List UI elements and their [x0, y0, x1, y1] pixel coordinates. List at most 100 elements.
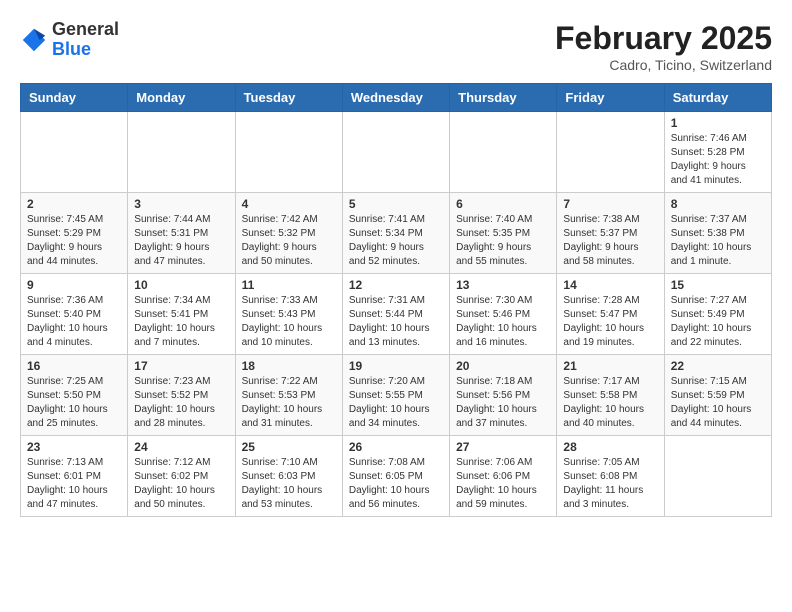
day-number: 22 — [671, 359, 765, 373]
calendar-cell: 16 Sunrise: 7:25 AM Sunset: 5:50 PM Dayli… — [21, 355, 128, 436]
day-number: 8 — [671, 197, 765, 211]
day-info: Sunrise: 7:17 AM Sunset: 5:58 PM Dayligh… — [563, 375, 657, 431]
day-info: Sunrise: 7:12 AM Sunset: 6:02 PM Dayligh… — [134, 456, 228, 512]
calendar-cell: 11Sunrise: 7:33 AM Sunset: 5:43 PM Dayli… — [235, 274, 342, 355]
day-number: 7 — [563, 197, 657, 211]
day-info: Sunrise: 7:42 AM Sunset: 5:32 PM Dayligh… — [242, 213, 336, 269]
day-number: 1 — [671, 116, 765, 130]
calendar-cell: 2 Sunrise: 7:45 AM Sunset: 5:29 PM Daylig… — [21, 193, 128, 274]
calendar-cell: 1 Sunrise: 7:46 AM Sunset: 5:28 PM Daylig… — [664, 112, 771, 193]
weekday-header-monday: Monday — [128, 84, 235, 112]
logo-text: General Blue — [52, 20, 119, 60]
day-info: Sunrise: 7:30 AM Sunset: 5:46 PM Dayligh… — [456, 294, 550, 350]
calendar-cell: 25 Sunrise: 7:10 AM Sunset: 6:03 PM Dayli… — [235, 436, 342, 517]
week-row-1: 1 Sunrise: 7:46 AM Sunset: 5:28 PM Daylig… — [21, 112, 772, 193]
calendar-cell: 8 Sunrise: 7:37 AM Sunset: 5:38 PM Daylig… — [664, 193, 771, 274]
day-number: 12 — [349, 278, 443, 292]
calendar-cell: 26 Sunrise: 7:08 AM Sunset: 6:05 PM Dayli… — [342, 436, 449, 517]
calendar-cell: 15 Sunrise: 7:27 AM Sunset: 5:49 PM Dayli… — [664, 274, 771, 355]
day-info: Sunrise: 7:28 AM Sunset: 5:47 PM Dayligh… — [563, 294, 657, 350]
day-number: 27 — [456, 440, 550, 454]
calendar-cell: 9 Sunrise: 7:36 AM Sunset: 5:40 PM Daylig… — [21, 274, 128, 355]
day-number: 25 — [242, 440, 336, 454]
month-year: February 2025 — [555, 20, 772, 57]
day-number: 21 — [563, 359, 657, 373]
calendar-cell: 14 Sunrise: 7:28 AM Sunset: 5:47 PM Dayli… — [557, 274, 664, 355]
calendar-cell: 19 Sunrise: 7:20 AM Sunset: 5:55 PM Dayli… — [342, 355, 449, 436]
day-number: 18 — [242, 359, 336, 373]
day-number: 3 — [134, 197, 228, 211]
calendar-cell — [235, 112, 342, 193]
calendar-cell: 10 Sunrise: 7:34 AM Sunset: 5:41 PM Dayli… — [128, 274, 235, 355]
calendar-cell: 6Sunrise: 7:40 AM Sunset: 5:35 PM Daylig… — [450, 193, 557, 274]
day-info: Sunrise: 7:45 AM Sunset: 5:29 PM Dayligh… — [27, 213, 121, 269]
calendar-cell — [450, 112, 557, 193]
calendar-cell — [557, 112, 664, 193]
calendar-cell: 4 Sunrise: 7:42 AM Sunset: 5:32 PM Daylig… — [235, 193, 342, 274]
calendar-cell — [21, 112, 128, 193]
calendar-cell: 21 Sunrise: 7:17 AM Sunset: 5:58 PM Dayli… — [557, 355, 664, 436]
day-info: Sunrise: 7:36 AM Sunset: 5:40 PM Dayligh… — [27, 294, 121, 350]
day-info: Sunrise: 7:20 AM Sunset: 5:55 PM Dayligh… — [349, 375, 443, 431]
day-number: 26 — [349, 440, 443, 454]
week-row-5: 23Sunrise: 7:13 AM Sunset: 6:01 PM Dayli… — [21, 436, 772, 517]
day-info: Sunrise: 7:40 AM Sunset: 5:35 PM Dayligh… — [456, 213, 550, 269]
day-number: 20 — [456, 359, 550, 373]
logo-line1: General — [52, 20, 119, 40]
day-number: 4 — [242, 197, 336, 211]
day-number: 5 — [349, 197, 443, 211]
day-number: 28 — [563, 440, 657, 454]
weekday-header-friday: Friday — [557, 84, 664, 112]
calendar-cell: 28Sunrise: 7:05 AM Sunset: 6:08 PM Dayli… — [557, 436, 664, 517]
day-info: Sunrise: 7:46 AM Sunset: 5:28 PM Dayligh… — [671, 132, 765, 188]
day-info: Sunrise: 7:15 AM Sunset: 5:59 PM Dayligh… — [671, 375, 765, 431]
calendar-table: SundayMondayTuesdayWednesdayThursdayFrid… — [20, 83, 772, 517]
calendar-cell: 17Sunrise: 7:23 AM Sunset: 5:52 PM Dayli… — [128, 355, 235, 436]
day-number: 16 — [27, 359, 121, 373]
day-number: 10 — [134, 278, 228, 292]
day-info: Sunrise: 7:08 AM Sunset: 6:05 PM Dayligh… — [349, 456, 443, 512]
day-info: Sunrise: 7:34 AM Sunset: 5:41 PM Dayligh… — [134, 294, 228, 350]
calendar-cell: 7 Sunrise: 7:38 AM Sunset: 5:37 PM Daylig… — [557, 193, 664, 274]
logo-icon — [20, 26, 48, 54]
weekday-header-tuesday: Tuesday — [235, 84, 342, 112]
day-info: Sunrise: 7:37 AM Sunset: 5:38 PM Dayligh… — [671, 213, 765, 269]
logo-line2: Blue — [52, 40, 119, 60]
day-info: Sunrise: 7:38 AM Sunset: 5:37 PM Dayligh… — [563, 213, 657, 269]
day-info: Sunrise: 7:25 AM Sunset: 5:50 PM Dayligh… — [27, 375, 121, 431]
day-info: Sunrise: 7:44 AM Sunset: 5:31 PM Dayligh… — [134, 213, 228, 269]
weekday-header-wednesday: Wednesday — [342, 84, 449, 112]
day-number: 9 — [27, 278, 121, 292]
calendar-cell — [128, 112, 235, 193]
title-block: February 2025 Cadro, Ticino, Switzerland — [555, 20, 772, 73]
day-info: Sunrise: 7:33 AM Sunset: 5:43 PM Dayligh… — [242, 294, 336, 350]
day-number: 15 — [671, 278, 765, 292]
calendar-cell: 13Sunrise: 7:30 AM Sunset: 5:46 PM Dayli… — [450, 274, 557, 355]
day-info: Sunrise: 7:06 AM Sunset: 6:06 PM Dayligh… — [456, 456, 550, 512]
weekday-header-row: SundayMondayTuesdayWednesdayThursdayFrid… — [21, 84, 772, 112]
day-info: Sunrise: 7:27 AM Sunset: 5:49 PM Dayligh… — [671, 294, 765, 350]
calendar-cell: 23Sunrise: 7:13 AM Sunset: 6:01 PM Dayli… — [21, 436, 128, 517]
day-info: Sunrise: 7:31 AM Sunset: 5:44 PM Dayligh… — [349, 294, 443, 350]
day-info: Sunrise: 7:10 AM Sunset: 6:03 PM Dayligh… — [242, 456, 336, 512]
weekday-header-saturday: Saturday — [664, 84, 771, 112]
day-info: Sunrise: 7:41 AM Sunset: 5:34 PM Dayligh… — [349, 213, 443, 269]
week-row-4: 16 Sunrise: 7:25 AM Sunset: 5:50 PM Dayli… — [21, 355, 772, 436]
day-number: 17 — [134, 359, 228, 373]
day-number: 14 — [563, 278, 657, 292]
calendar-cell: 18 Sunrise: 7:22 AM Sunset: 5:53 PM Dayli… — [235, 355, 342, 436]
calendar-cell — [664, 436, 771, 517]
weekday-header-thursday: Thursday — [450, 84, 557, 112]
calendar-cell: 20 Sunrise: 7:18 AM Sunset: 5:56 PM Dayli… — [450, 355, 557, 436]
weekday-header-sunday: Sunday — [21, 84, 128, 112]
day-number: 2 — [27, 197, 121, 211]
calendar-cell: 12 Sunrise: 7:31 AM Sunset: 5:44 PM Dayli… — [342, 274, 449, 355]
calendar-cell: 27 Sunrise: 7:06 AM Sunset: 6:06 PM Dayli… — [450, 436, 557, 517]
day-info: Sunrise: 7:22 AM Sunset: 5:53 PM Dayligh… — [242, 375, 336, 431]
calendar-cell: 3 Sunrise: 7:44 AM Sunset: 5:31 PM Daylig… — [128, 193, 235, 274]
calendar-cell: 5 Sunrise: 7:41 AM Sunset: 5:34 PM Daylig… — [342, 193, 449, 274]
day-number: 19 — [349, 359, 443, 373]
week-row-2: 2 Sunrise: 7:45 AM Sunset: 5:29 PM Daylig… — [21, 193, 772, 274]
day-info: Sunrise: 7:18 AM Sunset: 5:56 PM Dayligh… — [456, 375, 550, 431]
day-number: 24 — [134, 440, 228, 454]
